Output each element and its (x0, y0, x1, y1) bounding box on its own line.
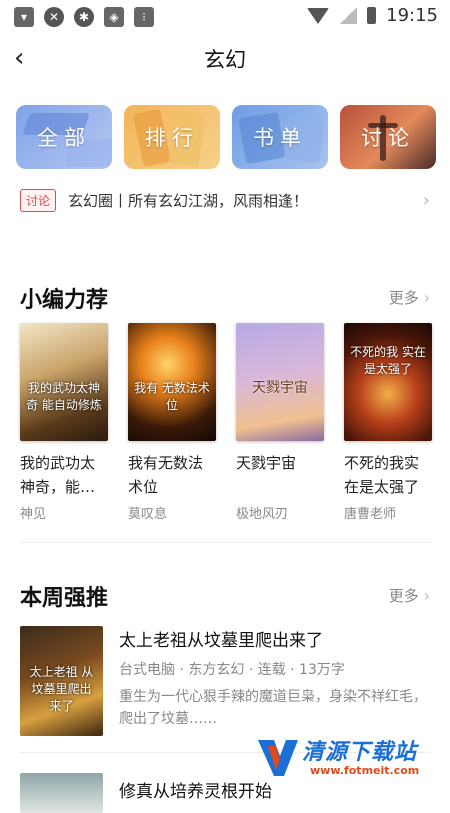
cover-title: 天戮宇宙 (252, 380, 308, 396)
category-all-button[interactable]: 全部 (16, 105, 112, 169)
status-bar: ▾ ✕ ✱ ◈ ⁝ 19:15 (0, 0, 450, 34)
watermark: 清源下载站 www.fotmeit.com (254, 730, 432, 788)
section-title-editor-picks: 小编力荐 (20, 288, 109, 313)
book-author: 神见 (20, 507, 47, 522)
book-meta: 台式电脑 · 东方玄幻 · 连载 · 13万字 (119, 662, 345, 678)
header: ‹ 玄幻 (0, 34, 450, 82)
book-card[interactable]: 我有 无数法术位 我有无数法术位 莫叹息 (128, 323, 216, 522)
book-cover: 我的武功太神奇 能自动修炼 (20, 323, 108, 441)
discussion-text: 玄幻圈丨所有玄幻江湖，风雨相逢！ (68, 191, 309, 210)
book-cover: 太上老祖 从坟墓里爬出来了 (20, 626, 103, 736)
book-name: 天戮宇宙 (236, 454, 297, 472)
book-cover (20, 773, 103, 813)
book-description: 重生为一代心狠手辣的魔道巨枭，身染不祥红毛，爬出了坟墓…… (119, 689, 427, 727)
cover-title: 不死的我 实在是太强了 (350, 345, 426, 376)
discussion-badge: 讨论 (20, 188, 57, 212)
book-cover: 我有 无数法术位 (128, 323, 216, 441)
book-card[interactable]: 不死的我 实在是太强了 不死的我实在是太强了 唐曹老师 (344, 323, 432, 522)
category-booklist-label: 书单 (253, 126, 307, 150)
book-name: 我的武功太神奇，能… (20, 454, 96, 496)
chevron-right-icon: › (423, 288, 430, 307)
toggle-icon: ⁝ (134, 7, 154, 27)
wifi-icon (307, 7, 330, 24)
book-name: 不死的我实在是太强了 (344, 454, 420, 496)
chevron-right-icon: › (423, 586, 430, 605)
category-booklist-button[interactable]: 书单 (232, 105, 328, 169)
book-card[interactable]: 天戮宇宙 天戮宇宙 极地风刃 (236, 323, 324, 522)
more-label: 更多 (388, 289, 419, 307)
book-author: 莫叹息 (128, 507, 168, 522)
book-title: 修真从培养灵根开始 (119, 782, 272, 802)
battery-icon (367, 7, 377, 24)
more-label: 更多 (388, 587, 419, 605)
bug-icon: ✱ (74, 7, 94, 27)
section-title-weekly: 本周强推 (20, 586, 109, 611)
cover-title: 太上老祖 从坟墓里爬出来了 (29, 665, 94, 713)
signal-icon (339, 7, 358, 24)
close-circle-icon: ✕ (44, 7, 64, 27)
chevron-right-icon: › (422, 189, 430, 211)
cover-title: 我的武功太神奇 能自动修炼 (26, 381, 102, 412)
book-author: 唐曹老师 (344, 507, 397, 522)
book-cover: 不死的我 实在是太强了 (344, 323, 432, 441)
category-rank-label: 排行 (145, 126, 199, 150)
book-author: 极地风刃 (236, 507, 289, 522)
category-tiles: 全部 排行 书单 讨论 (16, 105, 436, 169)
category-rank-button[interactable]: 排行 (124, 105, 220, 169)
watermark-text: 清源下载站 (302, 740, 418, 765)
book-title: 太上老祖从坟墓里爬出来了 (119, 631, 323, 651)
book-name: 我有无数法术位 (128, 454, 204, 496)
book-card[interactable]: 我的武功太神奇 能自动修炼 我的武功太神奇，能… 神见 (20, 323, 108, 522)
discussion-banner[interactable]: 讨论 玄幻圈丨所有玄幻江湖，风雨相逢！ › (20, 187, 430, 213)
category-discuss-label: 讨论 (361, 126, 415, 150)
cup-icon: ▾ (14, 7, 34, 27)
status-time: 19:15 (386, 5, 438, 26)
watermark-logo-icon (258, 740, 298, 776)
divider (20, 542, 430, 543)
weekly-book-item[interactable]: 太上老祖 从坟墓里爬出来了 太上老祖从坟墓里爬出来了 台式电脑 · 东方玄幻 ·… (20, 626, 430, 736)
watermark-url: www.fotmeit.com (310, 764, 420, 777)
shield-icon: ◈ (104, 7, 124, 27)
page-title: 玄幻 (204, 48, 246, 72)
more-link-editor-picks[interactable]: 更多 › (389, 287, 430, 308)
more-link-weekly[interactable]: 更多 › (389, 585, 430, 606)
category-discuss-button[interactable]: 讨论 (340, 105, 436, 169)
book-list: 我的武功太神奇 能自动修炼 我的武功太神奇，能… 神见 我有 无数法术位 我有无… (20, 323, 450, 522)
book-cover: 天戮宇宙 (236, 323, 324, 441)
category-all-label: 全部 (37, 126, 91, 150)
cover-title: 我有 无数法术位 (134, 381, 210, 412)
